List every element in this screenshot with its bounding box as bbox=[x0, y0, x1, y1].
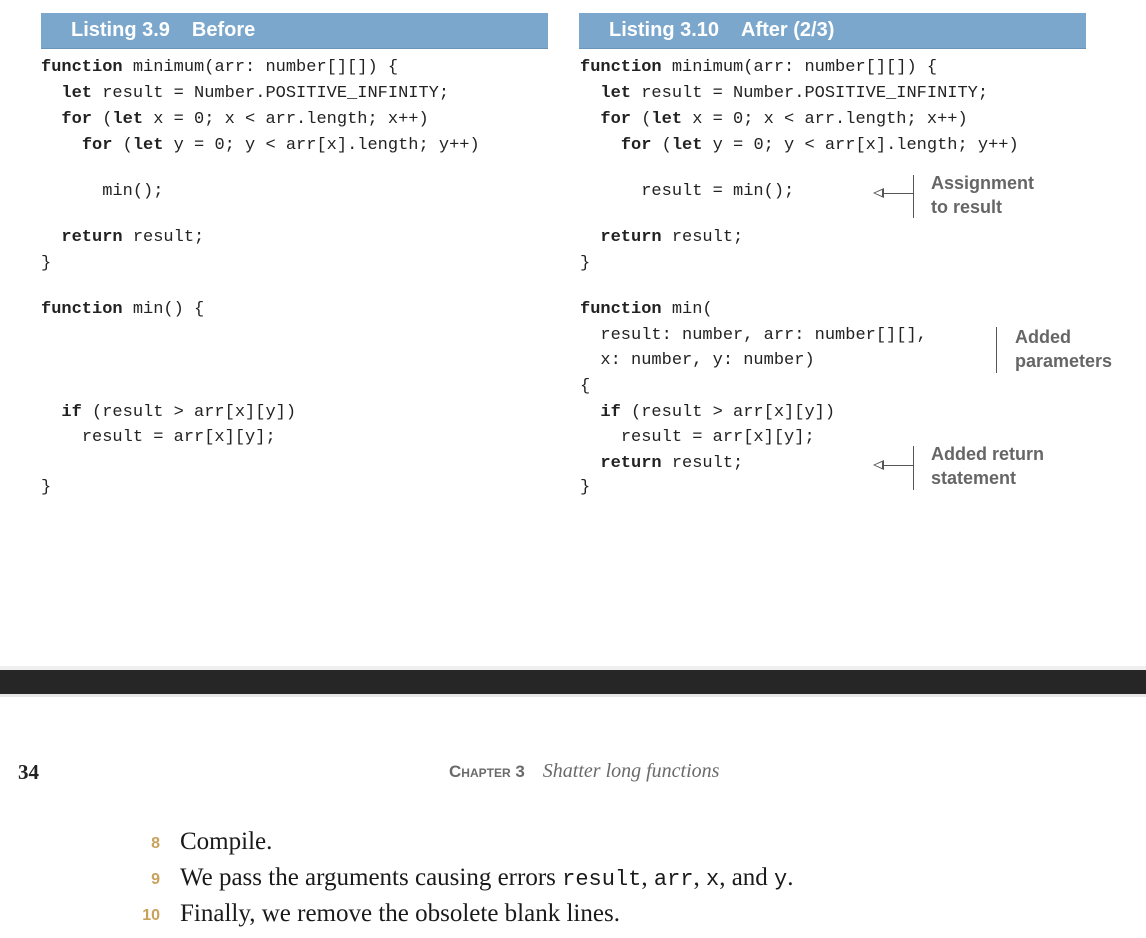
chapter-label: Chapter 3 bbox=[449, 762, 525, 781]
listing-3-10-header: Listing 3.10 After (2/3) bbox=[579, 13, 1086, 49]
code-line: function min() { bbox=[41, 300, 205, 319]
step-number: 10 bbox=[142, 907, 160, 924]
code-line: return result; bbox=[61, 228, 205, 247]
code-line: min(); bbox=[102, 182, 164, 201]
arrow-left-icon bbox=[873, 188, 884, 198]
code-line: result: number, arr: number[][], bbox=[600, 326, 927, 345]
code-line: x: number, y: number) bbox=[600, 351, 815, 370]
page-number: 34 bbox=[18, 760, 39, 784]
code-line: function minimum(arr: number[][]) { bbox=[580, 58, 938, 77]
listing-number: Listing 3.10 bbox=[609, 19, 720, 41]
code-line: result = min(); bbox=[641, 182, 795, 201]
code-line: if (result > arr[x][y]) bbox=[600, 403, 836, 422]
code-line: function min( bbox=[580, 300, 713, 319]
code-line: function minimum(arr: number[][]) { bbox=[41, 58, 399, 77]
listing-title: Before bbox=[191, 19, 256, 41]
listing-number: Listing 3.9 bbox=[71, 19, 170, 41]
arrow-line bbox=[884, 193, 913, 194]
page-separator-edge bbox=[0, 694, 1146, 697]
code-line: result = arr[x][y]; bbox=[81, 428, 276, 447]
code-line: if (result > arr[x][y]) bbox=[61, 403, 297, 422]
step-text: Compile. bbox=[180, 828, 273, 855]
code-line: { bbox=[580, 377, 591, 396]
step-text: Finally, we remove the obsolete blank li… bbox=[180, 900, 620, 927]
step-text: We pass the arguments causing errors res… bbox=[180, 864, 794, 892]
chapter-title: Shatter long functions bbox=[542, 760, 720, 782]
code-line: } bbox=[580, 478, 591, 497]
listing-3-9-header: Listing 3.9 Before bbox=[41, 13, 548, 49]
annotation-bar bbox=[996, 327, 997, 373]
code-line: for (let x = 0; x < arr.length; x++) bbox=[61, 110, 429, 129]
page-separator bbox=[0, 670, 1146, 694]
annotation-text: Added parameters bbox=[1015, 327, 1113, 371]
annotation-text: Assignment to result bbox=[931, 173, 1035, 217]
code-line: result = arr[x][y]; bbox=[620, 428, 815, 447]
code-line: } bbox=[41, 254, 52, 273]
step-number: 9 bbox=[151, 871, 160, 888]
step-number: 8 bbox=[151, 835, 160, 852]
annotation-bar bbox=[913, 446, 914, 490]
code-line: let result = Number.POSITIVE_INFINITY; bbox=[600, 84, 989, 103]
arrow-line bbox=[884, 465, 913, 466]
code-line: return result; bbox=[600, 454, 744, 473]
code-line: for (let y = 0; y < arr[x].length; y++) bbox=[81, 136, 480, 155]
annotation-text: Added return statement bbox=[931, 444, 1045, 488]
code-line: } bbox=[41, 478, 52, 497]
annotation-bar bbox=[913, 175, 914, 218]
code-line: for (let x = 0; x < arr.length; x++) bbox=[600, 110, 968, 129]
code-line: let result = Number.POSITIVE_INFINITY; bbox=[61, 84, 450, 103]
code-line: return result; bbox=[600, 228, 744, 247]
listing-title: After (2/3) bbox=[741, 19, 835, 41]
code-line: for (let y = 0; y < arr[x].length; y++) bbox=[620, 136, 1019, 155]
running-head: Chapter 3 Shatter long functions bbox=[449, 760, 719, 783]
code-line: } bbox=[580, 254, 591, 273]
arrow-left-icon bbox=[873, 460, 884, 470]
